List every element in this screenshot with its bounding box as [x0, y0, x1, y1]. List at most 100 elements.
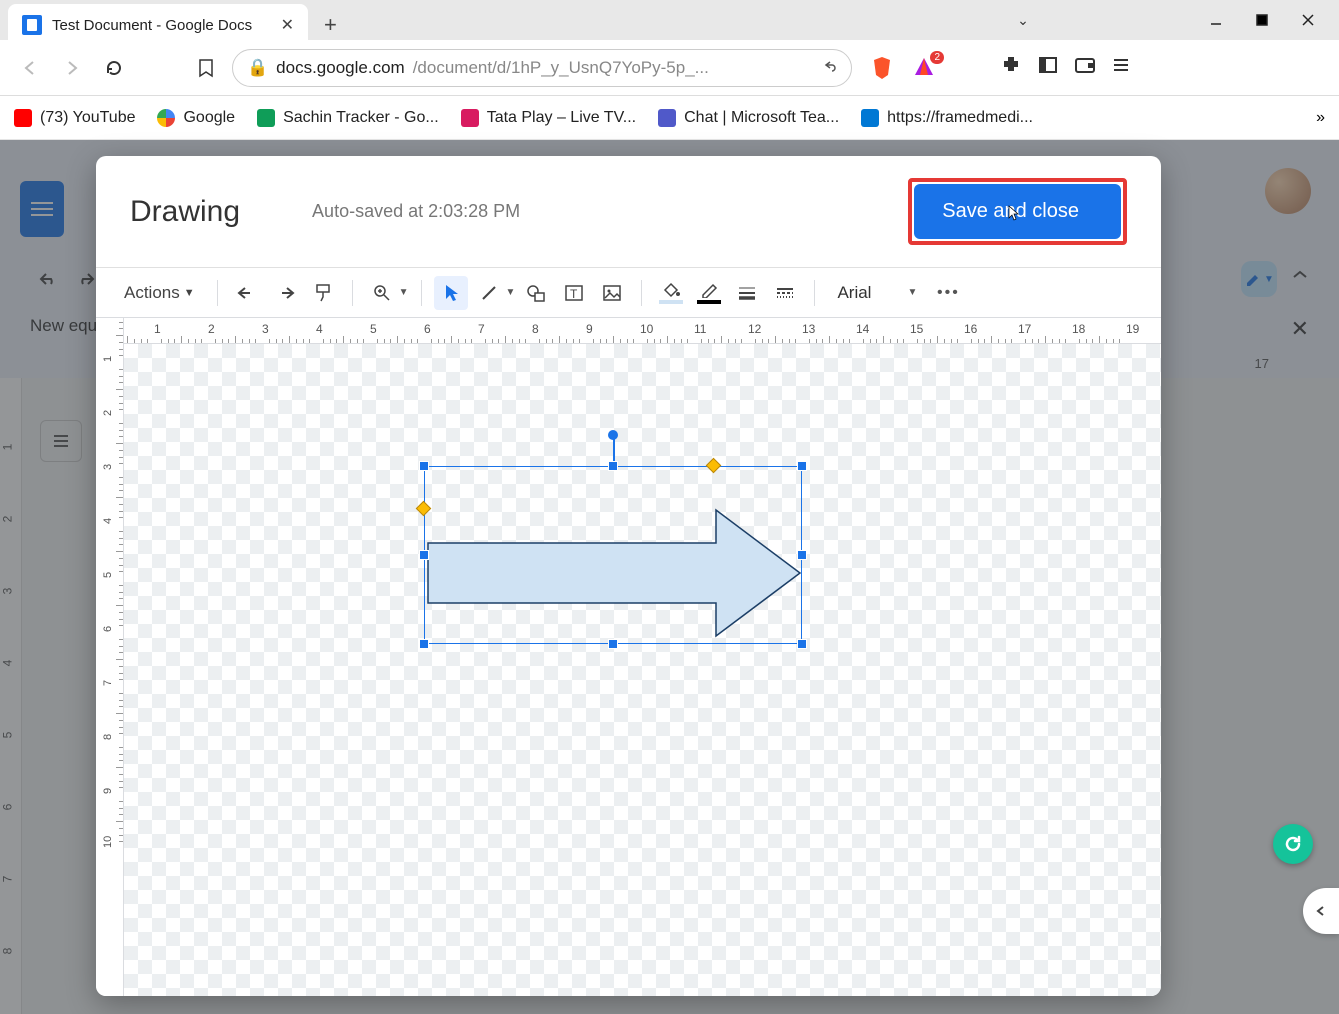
nav-reload-button[interactable] [98, 52, 130, 84]
hruler-tick: 14 [856, 322, 869, 336]
bookmark-bar: (73) YouTube Google Sachin Tracker - Go.… [0, 96, 1339, 140]
brave-rewards-icon[interactable]: 2 [912, 55, 938, 81]
resize-handle-sw[interactable] [419, 639, 429, 649]
svg-text:T: T [570, 287, 578, 301]
tataplay-icon [461, 109, 479, 127]
hruler-tick: 18 [1072, 322, 1085, 336]
modal-title: Drawing [130, 195, 240, 229]
border-dash-button[interactable] [768, 276, 802, 310]
hruler-tick: 19 [1126, 322, 1139, 336]
google-icon [157, 109, 175, 127]
hruler-tick: 17 [1018, 322, 1031, 336]
hruler-tick: 16 [964, 322, 977, 336]
border-weight-button[interactable] [730, 276, 764, 310]
rewards-badge: 2 [930, 51, 944, 64]
tab-title: Test Document - Google Docs [52, 17, 252, 34]
url-path: /document/d/1hP_y_UsnQ7YoPy-5p_... [413, 58, 709, 78]
resize-handle-e[interactable] [797, 550, 807, 560]
resize-handle-ne[interactable] [797, 461, 807, 471]
shape-tool[interactable] [519, 276, 553, 310]
hruler-tick: 6 [424, 322, 431, 336]
undo-button[interactable] [230, 276, 264, 310]
vruler-tick: 3 [102, 464, 114, 470]
hruler-tick: 10 [640, 322, 653, 336]
save-and-close-button[interactable]: Save and close [914, 184, 1121, 239]
fill-color-button[interactable] [654, 276, 688, 310]
resize-handle-n[interactable] [608, 461, 618, 471]
hruler-tick: 8 [532, 322, 539, 336]
browser-tab[interactable]: Test Document - Google Docs ✕ [8, 4, 308, 46]
canvas-area: 12345678910 1234567891011121314151617181… [96, 318, 1161, 996]
onedrive-icon [861, 109, 879, 127]
sidepanel-icon[interactable] [1038, 55, 1058, 80]
drawing-canvas[interactable] [124, 344, 1161, 996]
docs-favicon-icon [22, 15, 42, 35]
window-close-button[interactable] [1285, 4, 1331, 36]
resize-handle-se[interactable] [797, 639, 807, 649]
image-tool[interactable] [595, 276, 629, 310]
lock-icon: 🔒 [247, 58, 268, 78]
hruler-tick: 5 [370, 322, 377, 336]
tab-search-chevron-icon[interactable]: ⌄ [1000, 4, 1046, 36]
wallet-icon[interactable] [1074, 55, 1096, 80]
selected-shape[interactable] [424, 466, 802, 644]
textbox-tool[interactable]: T [557, 276, 591, 310]
nav-back-button[interactable] [14, 52, 46, 84]
vruler-tick: 2 [102, 410, 114, 416]
bookmark-sheets[interactable]: Sachin Tracker - Go... [257, 109, 439, 127]
autosave-status: Auto-saved at 2:03:28 PM [312, 201, 520, 222]
hruler-tick: 12 [748, 322, 761, 336]
more-options-button[interactable]: ••• [931, 276, 965, 310]
bookmark-icon[interactable] [190, 52, 222, 84]
font-selector[interactable]: Arial▼ [827, 283, 927, 303]
hruler-tick: 11 [694, 322, 706, 336]
vruler-tick: 6 [102, 626, 114, 632]
vertical-ruler: 12345678910 [96, 318, 124, 996]
redo-button[interactable] [268, 276, 302, 310]
nav-forward-button[interactable] [56, 52, 88, 84]
paint-format-button[interactable] [306, 276, 340, 310]
url-host: docs.google.com [276, 58, 405, 78]
selection-box [424, 466, 802, 644]
border-color-button[interactable] [692, 276, 726, 310]
tab-close-button[interactable]: ✕ [281, 15, 294, 35]
bookmark-youtube[interactable]: (73) YouTube [14, 109, 135, 127]
rotation-handle[interactable] [608, 430, 618, 440]
hruler-tick: 4 [316, 322, 323, 336]
browser-menu-button[interactable] [1112, 56, 1130, 79]
hruler-tick: 2 [208, 322, 215, 336]
bookmark-tataplay[interactable]: Tata Play – Live TV... [461, 109, 636, 127]
actions-menu[interactable]: Actions▼ [114, 277, 205, 309]
resize-handle-w[interactable] [419, 550, 429, 560]
address-bar[interactable]: 🔒 docs.google.com/document/d/1hP_y_UsnQ7… [232, 49, 852, 87]
bookmark-teams[interactable]: Chat | Microsoft Tea... [658, 109, 839, 127]
horizontal-ruler: 12345678910111213141516171819 [124, 318, 1161, 344]
new-tab-button[interactable]: + [324, 12, 337, 38]
save-close-highlight: Save and close [908, 178, 1127, 245]
extensions-icon[interactable] [1000, 54, 1022, 81]
window-maximize-button[interactable] [1239, 4, 1285, 36]
window-minimize-button[interactable] [1193, 4, 1239, 36]
vruler-tick: 7 [102, 680, 114, 686]
line-tool[interactable]: ▼ [472, 276, 516, 310]
vruler-tick: 8 [102, 734, 114, 740]
sheets-icon [257, 109, 275, 127]
modal-header: Drawing Auto-saved at 2:03:28 PM Save an… [96, 156, 1161, 268]
vruler-tick: 4 [102, 518, 114, 524]
resize-handle-s[interactable] [608, 639, 618, 649]
select-tool[interactable] [434, 276, 468, 310]
zoom-dropdown[interactable]: ▼ [365, 276, 409, 310]
share-icon[interactable] [819, 56, 837, 79]
grammarly-button[interactable] [1273, 824, 1313, 864]
bookmark-overflow-button[interactable]: » [1316, 109, 1325, 127]
youtube-icon [14, 109, 32, 127]
resize-handle-nw[interactable] [419, 461, 429, 471]
brave-shield-icon[interactable] [870, 55, 896, 81]
bookmark-google[interactable]: Google [157, 109, 235, 127]
hruler-tick: 15 [910, 322, 923, 336]
drawing-toolbar: Actions▼ ▼ ▼ T Arial▼ ••• [96, 268, 1161, 318]
bookmark-onedrive[interactable]: https://framedmedi... [861, 109, 1033, 127]
hruler-tick: 3 [262, 322, 269, 336]
hruler-tick: 1 [154, 322, 161, 336]
drawing-modal: Drawing Auto-saved at 2:03:28 PM Save an… [96, 156, 1161, 996]
